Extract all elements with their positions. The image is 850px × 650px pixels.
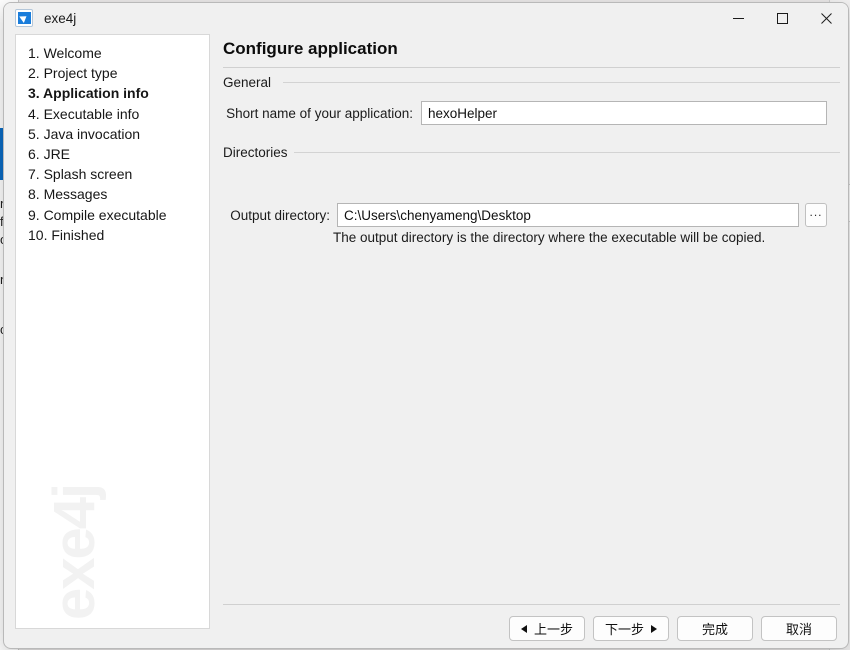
page-title: Configure application xyxy=(223,39,398,58)
general-group-label: General xyxy=(223,75,278,90)
wizard-steps-sidebar: 1. Welcome 2. Project type 3. Applicatio… xyxy=(15,34,210,629)
sidebar-item-splash-screen[interactable]: 7. Splash screen xyxy=(28,164,209,184)
output-directory-input[interactable] xyxy=(337,203,799,227)
window-controls xyxy=(716,3,848,33)
sidebar-item-finished[interactable]: 10. Finished xyxy=(28,225,209,245)
cancel-button[interactable]: 取消 xyxy=(761,616,837,641)
title-divider xyxy=(223,67,840,68)
exe4j-app-icon xyxy=(15,9,33,27)
back-button-label: 上一步 xyxy=(533,622,573,637)
output-directory-label: Output directory: xyxy=(230,208,330,223)
window-title: exe4j xyxy=(44,10,77,26)
finish-button-label: 完成 xyxy=(701,622,728,637)
chevron-left-icon xyxy=(520,624,527,633)
browse-directory-button[interactable]: ... xyxy=(805,203,827,227)
sidebar-item-jre[interactable]: 6. JRE xyxy=(28,144,209,164)
maximize-icon[interactable] xyxy=(760,3,804,33)
close-icon[interactable] xyxy=(804,3,848,33)
short-name-label: Short name of your application: xyxy=(226,106,413,121)
footer-buttons: 上一步 下一步 完成 取消 xyxy=(509,616,837,641)
directories-group-label: Directories xyxy=(223,145,294,160)
next-button-label: 下一步 xyxy=(604,622,644,637)
chevron-right-icon xyxy=(651,624,657,633)
sidebar-item-project-type[interactable]: 2. Project type xyxy=(28,63,209,83)
content-pane: Configure application General Short name… xyxy=(211,34,848,648)
directories-group-divider xyxy=(294,152,840,153)
back-button[interactable]: 上一步 xyxy=(509,616,585,641)
sidebar-item-executable-info[interactable]: 4. Executable info xyxy=(28,104,209,124)
next-button[interactable]: 下一步 xyxy=(593,616,669,641)
sidebar-item-messages[interactable]: 8. Messages xyxy=(28,184,209,204)
finish-button[interactable]: 完成 xyxy=(677,616,753,641)
sidebar-item-welcome[interactable]: 1. Welcome xyxy=(28,43,209,63)
footer-divider xyxy=(223,604,840,605)
short-name-input[interactable] xyxy=(421,101,827,125)
output-directory-hint: The output directory is the directory wh… xyxy=(333,230,766,245)
sidebar-item-java-invocation[interactable]: 5. Java invocation xyxy=(28,124,209,144)
cancel-button-label: 取消 xyxy=(785,622,812,637)
title-bar[interactable]: exe4j xyxy=(4,3,848,33)
minimize-icon[interactable] xyxy=(716,3,760,33)
sidebar-item-application-info[interactable]: 3. Application info xyxy=(28,83,209,103)
exe4j-wizard-dialog: exe4j 1. Welcome 2. Project type 3. Appl… xyxy=(3,2,849,649)
general-group-divider xyxy=(283,82,840,83)
sidebar-item-compile-executable[interactable]: 9. Compile executable xyxy=(28,205,209,225)
wizard-steps-list: 1. Welcome 2. Project type 3. Applicatio… xyxy=(16,35,209,245)
exe4j-watermark: exe4j xyxy=(42,484,107,620)
